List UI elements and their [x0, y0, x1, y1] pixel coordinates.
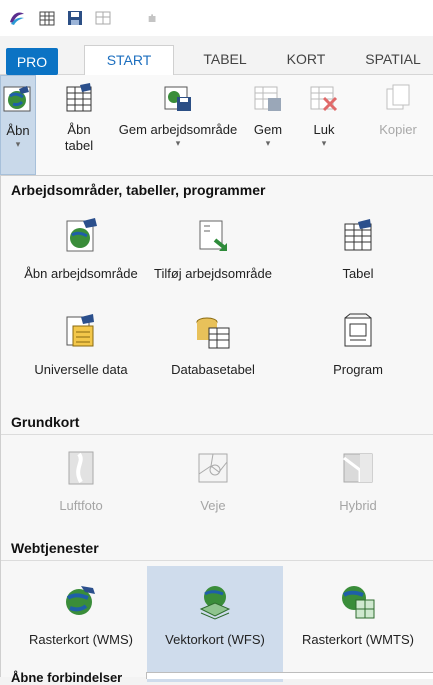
raster-wms-icon: [66, 586, 95, 615]
open-table-button[interactable]: Åbn tabel: [54, 75, 104, 154]
open-label: Åbn: [6, 123, 30, 138]
roads-icon: [198, 453, 228, 483]
roads-label: Veje: [200, 498, 226, 513]
open-table-label: Åbn tabel: [64, 122, 94, 153]
add-workspace-label: Tilføj arbejdsområde: [153, 266, 272, 281]
tab-start[interactable]: START: [84, 45, 174, 75]
open-caret-icon: ▾: [15, 139, 21, 149]
add-workspace-icon: [199, 220, 227, 251]
hybrid-label: Hybrid: [339, 498, 377, 513]
copy-icon: [386, 84, 410, 110]
close-caret-icon: ▾: [321, 138, 327, 148]
save-caret-icon: ▾: [265, 138, 271, 148]
vector-wfs-item[interactable]: Vektorkort (WFS): [147, 566, 283, 682]
layout-icon[interactable]: [94, 9, 112, 27]
workspace-globe-icon: [66, 218, 97, 252]
program-icon: [344, 313, 372, 347]
tab-spatial[interactable]: SPATIAL: [348, 45, 433, 73]
database-table-item[interactable]: Databasetabel: [151, 312, 275, 378]
open-workspace-item[interactable]: Åbn arbejdsområde: [19, 216, 143, 282]
hybrid-item[interactable]: Hybrid: [296, 448, 420, 514]
save-workspace-label: Gem arbejdsområde: [118, 122, 238, 137]
vector-wfs-label: Vektorkort (WFS): [165, 632, 265, 647]
divider: [1, 560, 433, 561]
ribbon-tab-bar: PRO START TABEL KORT SPATIAL: [0, 36, 433, 75]
raster-wms-label: Rasterkort (WMS): [29, 632, 133, 647]
open-button[interactable]: Åbn ▾: [0, 75, 36, 175]
raster-wmts-item[interactable]: Rasterkort (WMTS): [296, 572, 420, 678]
roads-item[interactable]: Veje: [151, 448, 275, 514]
section-connections: Åbne forbindelser: [11, 670, 123, 685]
customize-caret-icon[interactable]: ⩧: [148, 10, 156, 27]
hybrid-icon: [343, 453, 373, 483]
aerial-photo-icon: [68, 451, 94, 485]
tab-pro[interactable]: PRO: [6, 48, 58, 75]
raster-wmts-icon: [342, 586, 375, 619]
ribbon-toolbar: Åbn ▾ Åbn tabel Gem arbejdsområde ▾ Gem …: [0, 75, 433, 176]
section-webservices: Webtjenester: [11, 540, 99, 556]
app-logo-icon[interactable]: [8, 9, 26, 27]
section-basemaps: Grundkort: [11, 414, 80, 430]
divider: [1, 434, 433, 435]
program-label: Program: [333, 362, 383, 377]
copy-button[interactable]: Kopier: [368, 75, 428, 138]
table-item[interactable]: Tabel: [296, 216, 420, 282]
universal-data-label: Universelle data: [34, 362, 128, 377]
close-button[interactable]: Luk ▾: [302, 75, 346, 148]
quick-access-toolbar: ⩧: [0, 0, 433, 36]
open-table-icon: [66, 83, 92, 112]
table-open-icon: [344, 219, 372, 251]
table-label: Tabel: [342, 266, 374, 281]
save-icon[interactable]: [66, 9, 84, 27]
raster-wmts-label: Rasterkort (WMTS): [302, 632, 414, 647]
universal-data-item[interactable]: Universelle data: [19, 312, 143, 378]
aerial-photo-item[interactable]: Luftfoto: [19, 448, 143, 514]
tab-kort[interactable]: KORT: [276, 45, 336, 73]
hover-tooltip-edge: [146, 672, 433, 679]
save-workspace-icon: [164, 86, 191, 111]
database-table-icon: [196, 317, 230, 349]
save-workspace-button[interactable]: Gem arbejdsområde ▾: [118, 75, 238, 148]
save-label: Gem: [253, 122, 283, 137]
open-workspace-label: Åbn arbejdsområde: [24, 266, 138, 281]
save-table-icon: [254, 86, 281, 111]
close-table-icon: [310, 86, 338, 112]
save-button[interactable]: Gem ▾: [246, 75, 290, 148]
section-workspaces: Arbejdsområder, tabeller, programmer: [11, 182, 266, 198]
vector-wfs-icon: [199, 586, 231, 620]
open-globe-icon: [3, 86, 31, 112]
copy-label: Kopier: [379, 122, 417, 137]
program-item[interactable]: Program: [296, 312, 420, 378]
aerial-photo-label: Luftfoto: [59, 498, 103, 513]
universal-data-icon: [66, 314, 94, 347]
open-dropdown-panel: Arbejdsområder, tabeller, programmer Åbn…: [0, 176, 433, 685]
database-table-label: Databasetabel: [171, 362, 255, 377]
save-workspace-caret-icon: ▾: [175, 138, 181, 148]
raster-wms-item[interactable]: Rasterkort (WMS): [19, 572, 143, 678]
tab-tabel[interactable]: TABEL: [190, 45, 260, 73]
table-icon[interactable]: [38, 9, 56, 27]
add-workspace-item[interactable]: Tilføj arbejdsområde: [151, 216, 275, 282]
close-label: Luk: [313, 122, 335, 137]
